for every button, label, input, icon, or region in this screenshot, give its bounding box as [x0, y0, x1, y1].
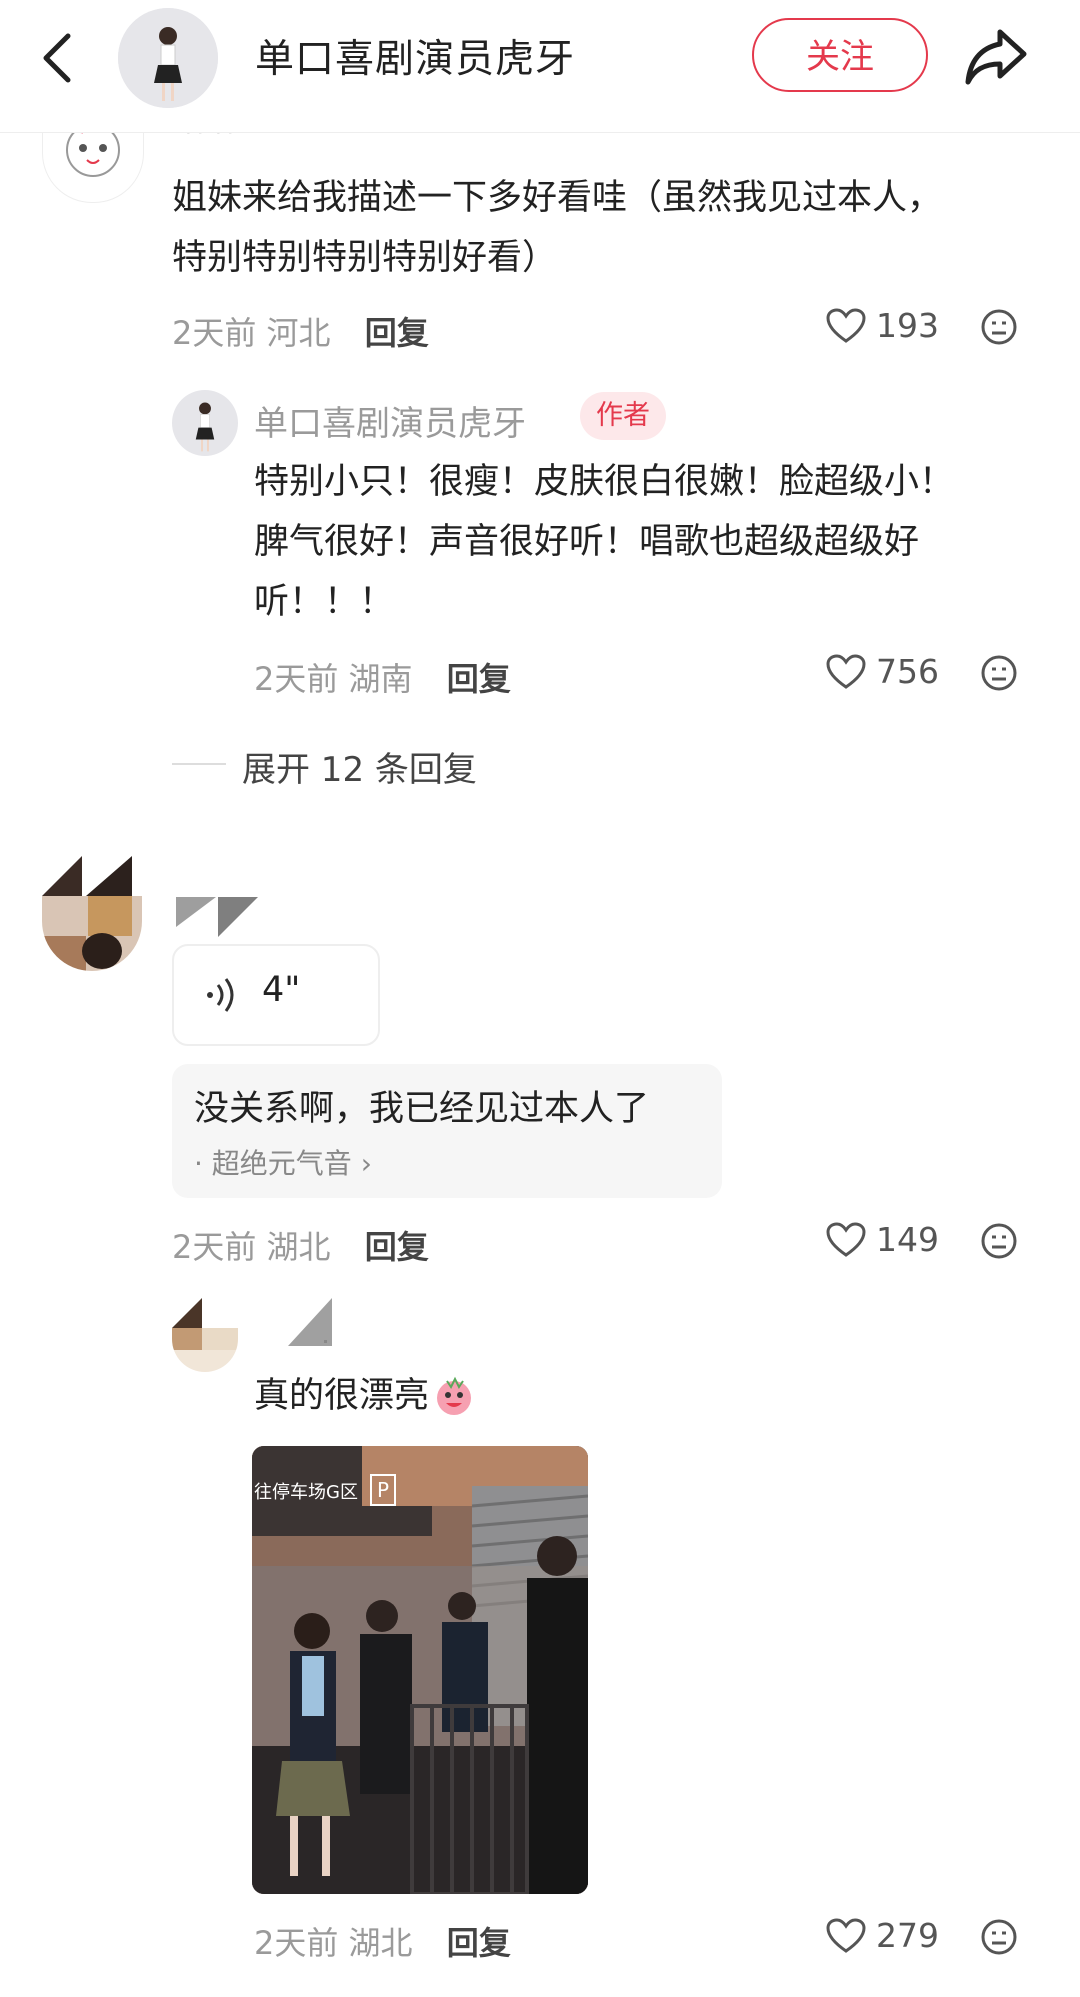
- commenter-avatar[interactable]: [42, 856, 142, 971]
- voice-message[interactable]: 4": [172, 944, 380, 1046]
- reply-button[interactable]: 回复: [365, 1228, 429, 1266]
- author-avatar[interactable]: [118, 8, 218, 108]
- reply-location: 湖北: [348, 1924, 413, 1962]
- like-button[interactable]: 756: [826, 652, 939, 691]
- quote-text: 没关系啊，我已经见过本人了: [194, 1089, 650, 1129]
- reply-meta: 2天前 湖北 回复: [254, 1918, 511, 1964]
- emoji-icon[interactable]: [980, 1222, 1018, 1260]
- comment-location: 湖北: [266, 1228, 331, 1266]
- reply-meta: 2天前 湖南 回复: [254, 654, 511, 700]
- like-button[interactable]: 149: [826, 1220, 939, 1259]
- heart-icon: [826, 1221, 866, 1257]
- emoji-icon[interactable]: [980, 1918, 1018, 1956]
- expand-divider: [172, 763, 226, 765]
- comment-time: 2天前: [172, 1228, 257, 1266]
- photo-parking-sign: P: [370, 1474, 396, 1506]
- reply-name-mosaic: [288, 1298, 332, 1346]
- commenter-name-mosaic: [176, 897, 258, 937]
- quote-source[interactable]: · 超绝元气音 ›: [194, 1142, 372, 1182]
- photo-sign-text: 往停车场G区: [254, 1482, 358, 1503]
- like-button[interactable]: 193: [826, 306, 939, 345]
- heart-icon: [826, 1917, 866, 1953]
- like-count: 193: [876, 306, 939, 345]
- commenter-avatar[interactable]: [42, 122, 144, 203]
- back-arrow-icon[interactable]: [38, 30, 78, 86]
- like-count: 756: [876, 652, 939, 691]
- author-badge: 作者: [580, 392, 666, 440]
- reply-avatar[interactable]: [172, 1298, 238, 1372]
- like-count: 279: [876, 1916, 939, 1955]
- voice-duration: 4": [262, 970, 301, 1010]
- emoji-icon[interactable]: [980, 308, 1018, 346]
- reply-button[interactable]: 回复: [447, 660, 511, 698]
- reply-location: 湖南: [348, 660, 413, 698]
- comment-time: 2天前: [172, 314, 257, 352]
- emoji-sticker-icon: [437, 1376, 472, 1415]
- top-bar: 单口喜剧演员虎牙 关注: [0, 0, 1080, 133]
- reply-time: 2天前: [254, 1924, 339, 1962]
- quoted-text-card[interactable]: 没关系啊，我已经见过本人了 · 超绝元气音 ›: [172, 1064, 722, 1198]
- follow-button[interactable]: 关注: [752, 18, 928, 92]
- author-reply-avatar[interactable]: [172, 390, 238, 456]
- heart-icon: [826, 653, 866, 689]
- reply-time: 2天前: [254, 660, 339, 698]
- like-count: 149: [876, 1220, 939, 1259]
- reply-photo[interactable]: 往停车场G区 P: [252, 1446, 588, 1894]
- expand-replies-button[interactable]: 展开 12 条回复: [242, 742, 477, 791]
- reply-text: 真的很漂亮: [254, 1366, 475, 1426]
- reply-author-name[interactable]: 单口喜剧演员虎牙: [254, 396, 526, 445]
- reply-text: 特别小只！很瘦！皮肤很白很嫩！脸超级小！ 脾气很好！声音很好听！唱歌也超级超级好…: [254, 462, 955, 622]
- comment-location: 河北: [266, 314, 331, 352]
- like-button[interactable]: 279: [826, 1916, 939, 1955]
- reply-button[interactable]: 回复: [447, 1924, 511, 1962]
- heart-icon: [826, 307, 866, 343]
- comment-text: 姐妹来给我描述一下多好看哇（虽然我见过本人， 特别特别特别特别好看）: [172, 178, 943, 278]
- page-title[interactable]: 单口喜剧演员虎牙: [255, 28, 575, 84]
- emoji-icon[interactable]: [980, 654, 1018, 692]
- reply-button[interactable]: 回复: [365, 314, 429, 352]
- comment-meta: 2天前 河北 回复: [172, 308, 429, 354]
- comment-meta: 2天前 湖北 回复: [172, 1222, 429, 1268]
- voice-wave-icon: [207, 978, 234, 1012]
- share-icon[interactable]: [962, 22, 1030, 90]
